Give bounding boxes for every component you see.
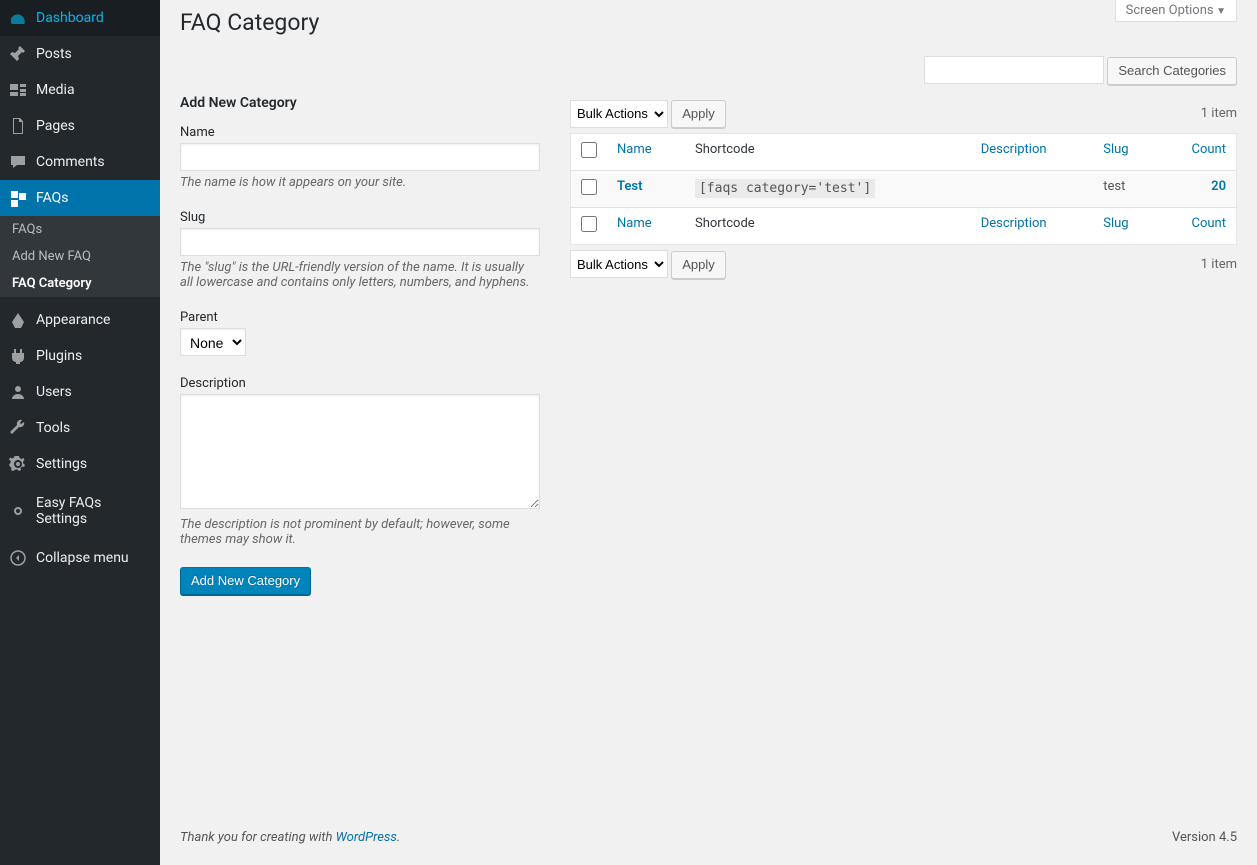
sidebar-item-faqs[interactable]: FAQs [0, 180, 160, 216]
row-name-link[interactable]: Test [617, 179, 642, 194]
sidebar-item-tools[interactable]: Tools [0, 410, 160, 446]
col-count-foot[interactable]: Count [1192, 216, 1226, 231]
dashboard-icon [8, 8, 28, 28]
sidebar-item-dashboard[interactable]: Dashboard [0, 0, 160, 36]
row-shortcode: [faqs category='test'] [695, 179, 875, 198]
col-slug-foot[interactable]: Slug [1103, 216, 1128, 231]
col-shortcode-foot: Shortcode [685, 208, 971, 245]
sidebar-item-pages[interactable]: Pages [0, 108, 160, 144]
admin-footer: Thank you for creating with WordPress. V… [180, 800, 1237, 845]
submenu-faqs[interactable]: FAQs [0, 216, 160, 243]
parent-label: Parent [180, 310, 540, 325]
screen-options-toggle[interactable]: Screen Options [1115, 0, 1237, 22]
col-description-foot[interactable]: Description [981, 216, 1047, 231]
bulk-actions-top-select[interactable]: Bulk Actions [570, 100, 668, 128]
appearance-icon [8, 310, 28, 330]
description-desc: The description is not prominent by defa… [180, 517, 540, 547]
sidebar-item-appearance[interactable]: Appearance [0, 302, 160, 338]
category-table: Name Shortcode Description Slug Count Te… [570, 133, 1237, 245]
faqs-submenu: FAQs Add New FAQ FAQ Category [0, 216, 160, 297]
sidebar-item-posts[interactable]: Posts [0, 36, 160, 72]
tools-icon [8, 418, 28, 438]
sidebar-item-easy-faqs-settings[interactable]: Easy FAQs Settings [0, 487, 160, 535]
row-slug: test [1093, 171, 1158, 208]
media-icon [8, 80, 28, 100]
slug-label: Slug [180, 210, 540, 225]
select-all-bottom[interactable] [581, 216, 597, 232]
search-input[interactable] [924, 56, 1104, 84]
faq-icon [8, 188, 28, 208]
sidebar-collapse[interactable]: Collapse menu [0, 540, 160, 576]
add-category-form: Add New Category Name The name is how it… [180, 95, 540, 801]
item-count-bottom: 1 item [1201, 257, 1237, 272]
category-list: Bulk Actions Apply 1 item Name Shortcode… [570, 95, 1237, 801]
sidebar-item-users[interactable]: Users [0, 374, 160, 410]
name-label: Name [180, 125, 540, 140]
col-name[interactable]: Name [617, 142, 652, 157]
footer-thanks-post: . [397, 830, 400, 845]
sidebar-item-plugins[interactable]: Plugins [0, 338, 160, 374]
apply-bottom-button[interactable]: Apply [671, 251, 726, 279]
sidebar-item-settings[interactable]: Settings [0, 446, 160, 482]
comment-icon [8, 152, 28, 172]
footer-thanks-pre: Thank you for creating with [180, 830, 336, 845]
col-name-foot[interactable]: Name [617, 216, 652, 231]
users-icon [8, 382, 28, 402]
description-label: Description [180, 376, 540, 391]
main-content: Screen Options FAQ Category Search Categ… [160, 0, 1257, 865]
admin-sidebar: Dashboard Posts Media Pages Comments FAQ… [0, 0, 160, 865]
col-count[interactable]: Count [1192, 142, 1226, 157]
bulk-actions-bottom-select[interactable]: Bulk Actions [570, 250, 668, 278]
table-row: Test [faqs category='test'] test 20 [571, 171, 1237, 208]
pin-icon [8, 44, 28, 64]
sidebar-item-media[interactable]: Media [0, 72, 160, 108]
row-description [971, 171, 1093, 208]
submenu-add-new-faq[interactable]: Add New FAQ [0, 243, 160, 270]
item-count-top: 1 item [1201, 106, 1237, 121]
select-all-top[interactable] [581, 142, 597, 158]
parent-select[interactable]: None [180, 328, 246, 356]
settings-icon [8, 454, 28, 474]
page-title: FAQ Category [180, 0, 1237, 56]
search-box: Search Categories [180, 56, 1237, 85]
collapse-icon [8, 548, 28, 568]
slug-input[interactable] [180, 228, 540, 256]
col-slug[interactable]: Slug [1103, 142, 1128, 157]
add-new-category-button[interactable]: Add New Category [180, 567, 311, 595]
row-count-link[interactable]: 20 [1211, 179, 1226, 194]
submenu-faq-category[interactable]: FAQ Category [0, 270, 160, 297]
name-input[interactable] [180, 143, 540, 171]
plugin-icon [8, 346, 28, 366]
page-icon [8, 116, 28, 136]
wordpress-link[interactable]: WordPress [336, 830, 397, 845]
col-description[interactable]: Description [981, 142, 1047, 157]
col-shortcode: Shortcode [685, 134, 971, 171]
search-categories-button[interactable]: Search Categories [1107, 57, 1237, 85]
name-desc: The name is how it appears on your site. [180, 175, 540, 190]
sidebar-item-comments[interactable]: Comments [0, 144, 160, 180]
form-heading: Add New Category [180, 95, 540, 111]
slug-desc: The "slug" is the URL-friendly version o… [180, 260, 540, 290]
apply-top-button[interactable]: Apply [671, 100, 726, 128]
row-checkbox[interactable] [581, 179, 597, 195]
gear-icon [8, 501, 28, 521]
version-label: Version 4.5 [1172, 830, 1237, 845]
description-textarea[interactable] [180, 394, 540, 509]
